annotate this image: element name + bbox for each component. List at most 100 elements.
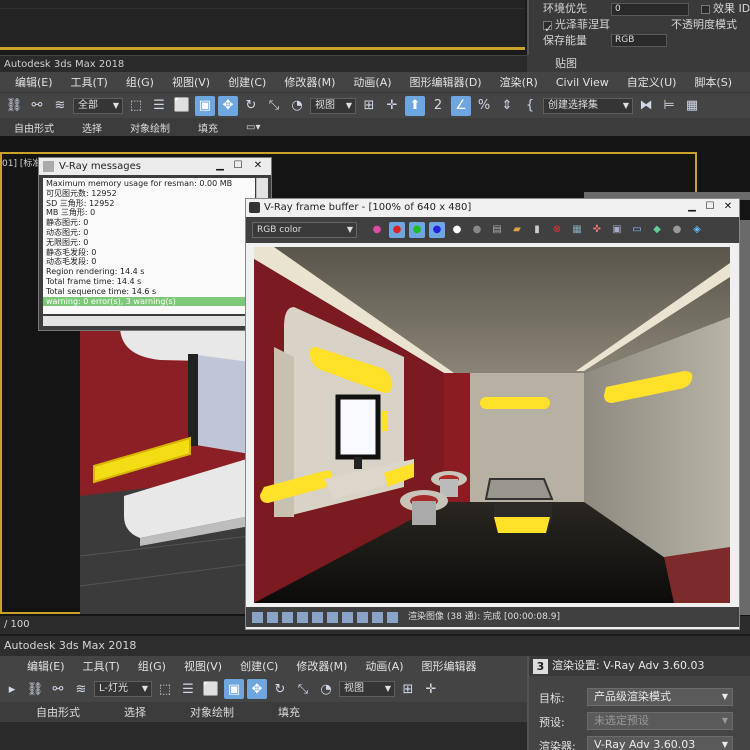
- viewport-label[interactable]: 01] [标准: [2, 156, 41, 169]
- render-settings-titlebar[interactable]: 3 渲染设置: V-Ray Adv 3.60.03: [529, 656, 750, 676]
- region-render-icon[interactable]: ✜: [589, 222, 605, 238]
- menu-content[interactable]: 内容: [741, 74, 750, 90]
- menu-modifiers[interactable]: 修改器(M): [287, 658, 356, 674]
- rect-selection-icon[interactable]: ⬜: [172, 96, 192, 116]
- tab-object-paint[interactable]: 对象绘制: [116, 120, 184, 135]
- correction-icon[interactable]: [282, 611, 293, 623]
- maximize-icon[interactable]: ☐: [703, 201, 717, 213]
- tab-populate[interactable]: 填充: [184, 120, 232, 135]
- snaps-toggle-icon[interactable]: 2: [428, 96, 448, 116]
- place-icon[interactable]: ◔: [287, 96, 307, 116]
- color-channels-icon[interactable]: ●: [369, 222, 385, 238]
- menu-view[interactable]: 视图(V): [163, 74, 219, 90]
- effect-id-check[interactable]: 效果 ID: [701, 2, 750, 16]
- vray-frame-buffer-window[interactable]: V-Ray frame buffer - [100% of 640 x 480]…: [245, 198, 740, 630]
- lens-effects-icon[interactable]: ▭: [629, 222, 645, 238]
- named-selection-dropdown[interactable]: 创建选择集 ▼: [543, 97, 633, 114]
- channel-dropdown[interactable]: RGB color ▼: [252, 222, 357, 238]
- window-crossing-icon[interactable]: ▣: [195, 95, 215, 116]
- mono-icon[interactable]: ●: [469, 222, 485, 238]
- env-priority-field[interactable]: 0: [611, 3, 689, 16]
- rect-selection-icon[interactable]: ⬜: [201, 679, 221, 699]
- select-by-name-icon[interactable]: ☰: [149, 96, 169, 116]
- menu-tools[interactable]: 工具(T): [74, 658, 129, 674]
- unlink-icon[interactable]: ⚯: [27, 96, 47, 116]
- info-icon[interactable]: [387, 611, 398, 623]
- scale-icon[interactable]: ⤡: [293, 679, 313, 699]
- link-to-render-icon[interactable]: ▣: [609, 222, 625, 238]
- place-icon[interactable]: ◔: [316, 679, 336, 699]
- menu-modifiers[interactable]: 修改器(M): [275, 74, 344, 90]
- preset-dropdown[interactable]: 未选定预设 ▼: [587, 712, 733, 730]
- layer-explorer-icon[interactable]: ▦: [682, 96, 702, 116]
- bind-spacewarp-icon[interactable]: ≋: [50, 96, 70, 116]
- levels-icon[interactable]: [327, 611, 338, 623]
- curve-icon[interactable]: [342, 611, 353, 623]
- renderer-dropdown[interactable]: V-Ray Adv 3.60.03 ▼: [587, 736, 733, 750]
- viewport-scene[interactable]: [80, 326, 250, 614]
- green-channel-icon[interactable]: ●: [409, 222, 425, 238]
- copy-icon[interactable]: ▮: [529, 222, 545, 238]
- tab-selection[interactable]: 选择: [68, 120, 116, 135]
- edit-named-selection-icon[interactable]: {: [520, 96, 540, 116]
- srgb-icon[interactable]: [297, 611, 308, 623]
- pointer-icon[interactable]: ▸: [2, 679, 22, 699]
- save-image-icon[interactable]: ▤: [489, 222, 505, 238]
- selection-filter-dropdown[interactable]: L-灯光 ▼: [94, 681, 152, 697]
- vfb-titlebar[interactable]: V-Ray frame buffer - [100% of 640 x 480]…: [246, 199, 739, 217]
- menu-create[interactable]: 创建(C): [219, 74, 275, 90]
- ribbon-options-icon[interactable]: ▭▾: [232, 122, 274, 133]
- render-icon[interactable]: ◈: [689, 222, 705, 238]
- menu-tools[interactable]: 工具(T): [62, 74, 117, 90]
- save-energy-dropdown[interactable]: RGB: [611, 34, 667, 47]
- tab-freeform[interactable]: 自由形式: [0, 120, 68, 135]
- rendered-image[interactable]: [254, 247, 730, 603]
- link-icon[interactable]: ⛓: [25, 679, 45, 699]
- ref-coord-dropdown[interactable]: 视图 ▼: [310, 97, 356, 114]
- menu-graph-editors[interactable]: 图形编辑器(D): [401, 74, 491, 90]
- lut-icon[interactable]: [267, 611, 278, 623]
- tab-object-paint[interactable]: 对象绘制: [168, 704, 256, 720]
- maximize-icon[interactable]: ☐: [231, 160, 245, 172]
- close-icon[interactable]: ✕: [251, 160, 265, 172]
- select-manipulate-icon[interactable]: ✛: [421, 679, 441, 699]
- menu-animation[interactable]: 动画(A): [344, 74, 400, 90]
- menu-edit[interactable]: 编辑(E): [6, 74, 62, 90]
- rotate-icon[interactable]: ↻: [270, 679, 290, 699]
- select-manipulate-icon[interactable]: ✛: [382, 96, 402, 116]
- top-viewport[interactable]: [0, 0, 525, 50]
- tab-selection[interactable]: 选择: [102, 704, 168, 720]
- keyboard-shortcut-icon[interactable]: ⬆: [405, 95, 425, 116]
- menu-civil-view[interactable]: Civil View: [547, 76, 618, 89]
- render-settings-window[interactable]: 3 渲染设置: V-Ray Adv 3.60.03 目标: 产品级渲染模式 ▼ 预设…: [527, 656, 750, 750]
- track-mouse-icon[interactable]: ▦: [569, 222, 585, 238]
- bind-spacewarp-icon[interactable]: ≋: [71, 679, 91, 699]
- unlink-icon[interactable]: ⚯: [48, 679, 68, 699]
- menu-scripting[interactable]: 脚本(S): [685, 74, 741, 90]
- exposure-icon[interactable]: [312, 611, 323, 623]
- link-icon[interactable]: ⛓: [4, 96, 24, 116]
- align-icon[interactable]: ⊨: [659, 96, 679, 116]
- fresnel-check[interactable]: ✓ 光泽菲涅耳: [543, 18, 610, 35]
- bottom-viewport-strip[interactable]: [0, 722, 527, 750]
- move-icon[interactable]: ✥: [218, 95, 238, 116]
- log-horizontal-scrollbar[interactable]: [43, 316, 255, 326]
- spinner-snap-icon[interactable]: ⇕: [497, 96, 517, 116]
- menu-view[interactable]: 视图(V): [175, 658, 231, 674]
- pivot-icon[interactable]: ⊞: [398, 679, 418, 699]
- angle-snap-icon[interactable]: ∠: [451, 95, 471, 116]
- pivot-icon[interactable]: ⊞: [359, 96, 379, 116]
- render-last-icon[interactable]: ◆: [649, 222, 665, 238]
- target-dropdown[interactable]: 产品级渲染模式 ▼: [587, 688, 733, 706]
- select-object-icon[interactable]: ⬚: [155, 679, 175, 699]
- ref-coord-dropdown[interactable]: 视图 ▼: [339, 681, 395, 697]
- menu-group[interactable]: 组(G): [117, 74, 163, 90]
- clear-image-icon[interactable]: ⊗: [549, 222, 565, 238]
- select-by-name-icon[interactable]: ☰: [178, 679, 198, 699]
- vray-messages-log[interactable]: Maximum memory usage for resman: 0.00 MB…: [43, 178, 255, 314]
- menu-edit[interactable]: 编辑(E): [18, 658, 74, 674]
- minimize-icon[interactable]: ▁: [685, 201, 699, 213]
- tab-populate[interactable]: 填充: [256, 704, 322, 720]
- bg-icon[interactable]: [357, 611, 368, 623]
- vray-messages-titlebar[interactable]: V-Ray messages ▁ ☐ ✕: [39, 158, 271, 175]
